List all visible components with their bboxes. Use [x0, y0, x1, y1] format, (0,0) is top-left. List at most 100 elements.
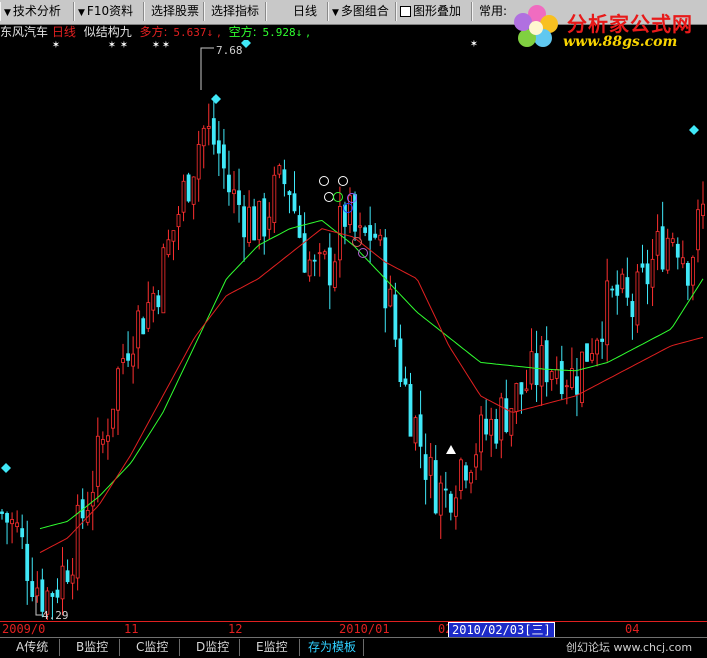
- candle-body: [90, 491, 95, 507]
- candle-body: [186, 174, 191, 202]
- tab-d-monitor[interactable]: D监控: [180, 639, 240, 656]
- menu-technical-analysis[interactable]: ▼ 技术分析: [0, 2, 74, 21]
- checkbox-icon[interactable]: [400, 6, 411, 17]
- menu-select-indicator[interactable]: 选择指标: [204, 2, 266, 21]
- menu-label: 日线: [293, 4, 318, 18]
- candle-body: [216, 140, 221, 154]
- short-line: [39, 228, 704, 554]
- dropdown-arrow-icon: ▼: [78, 8, 85, 18]
- long-label: 多方:: [139, 25, 168, 39]
- candle-body: [575, 376, 579, 395]
- dropdown-arrow-icon: ▼: [332, 8, 339, 18]
- tab-b-monitor[interactable]: B监控: [60, 639, 120, 656]
- candle-body: [549, 371, 554, 380]
- candle-body: [413, 417, 418, 444]
- candle-body: [181, 180, 186, 213]
- candle-body: [227, 174, 231, 193]
- candle-body: [307, 259, 312, 277]
- star-marker: ✶: [162, 40, 170, 51]
- menu-overlay[interactable]: 图形叠加: [396, 2, 472, 21]
- menu-label: 选择股票: [151, 4, 200, 18]
- menu-multi-chart[interactable]: ▼ 多图组合: [328, 2, 396, 21]
- candle-body: [696, 209, 700, 251]
- candle-body: [428, 456, 433, 476]
- candle-body: [322, 251, 327, 255]
- separator: ,: [306, 25, 310, 39]
- axis-line: [0, 621, 707, 622]
- candle-body: [660, 226, 665, 270]
- candle-body: [292, 193, 297, 212]
- diamond-marker: [1, 463, 11, 473]
- candle-body: [317, 252, 322, 255]
- candle-body: [55, 589, 60, 598]
- candle-body: [358, 225, 362, 228]
- date-tick: 2009/0: [2, 622, 46, 636]
- candle-body: [459, 459, 463, 491]
- menu-period[interactable]: 日线▼: [266, 2, 328, 21]
- candle-body: [60, 565, 65, 600]
- tab-save-template[interactable]: 存为模板: [300, 639, 364, 656]
- candle-body: [327, 247, 332, 286]
- candle-body: [161, 247, 166, 314]
- candle-body: [539, 345, 544, 387]
- candle-body: [610, 288, 615, 291]
- candle-body: [559, 361, 564, 395]
- candle-body: [171, 230, 176, 242]
- kline-chart[interactable]: ✶ ✶ ✶ ✶ ✶ ✶: [0, 40, 707, 620]
- candle-body: [625, 277, 630, 298]
- candle-body: [514, 383, 519, 412]
- price-high-value: 7.68: [216, 44, 243, 57]
- star-marker: ✶: [470, 40, 478, 50]
- candle-body: [605, 280, 610, 346]
- candle-body: [312, 259, 317, 262]
- date-tick: 12: [228, 622, 243, 636]
- candle-body: [156, 295, 161, 308]
- candle-body: [35, 587, 40, 597]
- candle-body: [15, 522, 20, 528]
- separator: ,: [216, 25, 221, 39]
- candle-body: [564, 385, 569, 388]
- candle-body: [267, 216, 272, 230]
- candle-body: [453, 497, 458, 517]
- candle-body: [670, 238, 675, 243]
- candle-body: [363, 227, 368, 233]
- candle-body: [489, 418, 494, 436]
- candle-body: [685, 263, 690, 286]
- candle-body: [25, 543, 30, 581]
- candle-body: [131, 353, 136, 367]
- candle-body: [10, 519, 14, 525]
- tab-c-monitor[interactable]: C监控: [120, 639, 180, 656]
- menu-label: 选择指标: [211, 4, 260, 18]
- candle-group: [0, 96, 705, 620]
- candle-body: [368, 225, 373, 241]
- candle-body: [378, 234, 383, 241]
- candle-body: [237, 190, 241, 205]
- candle-body: [383, 237, 388, 309]
- candle-body: [393, 294, 398, 340]
- candle-body: [65, 570, 70, 583]
- candle-body: [438, 482, 443, 516]
- candle-body: [242, 206, 246, 238]
- candle-body: [645, 263, 650, 285]
- menu-label: 技术分析: [12, 4, 61, 18]
- candle-body: [40, 579, 45, 612]
- candle-body: [680, 257, 685, 265]
- tab-e-monitor[interactable]: E监控: [240, 639, 300, 656]
- menu-select-stock[interactable]: 选择股票: [144, 2, 204, 21]
- diamond-marker: [241, 40, 251, 48]
- candle-body: [474, 454, 478, 468]
- candle-body: [100, 439, 105, 445]
- triangle-marker: [446, 445, 456, 454]
- diamond-marker: [211, 94, 221, 104]
- candle-body: [141, 318, 146, 335]
- candle-body: [479, 414, 484, 453]
- tab-a-traditional[interactable]: A传统: [0, 639, 60, 656]
- menu-label: F10资料: [86, 4, 134, 18]
- long-line: [39, 219, 704, 530]
- candle-body: [166, 239, 171, 256]
- short-label: 空方:: [228, 25, 257, 39]
- date-tick: 2010/01: [339, 622, 390, 636]
- menu-f10-info[interactable]: ▼ F10资料: [74, 2, 144, 21]
- candle-body: [403, 378, 408, 385]
- candle-body: [408, 384, 413, 437]
